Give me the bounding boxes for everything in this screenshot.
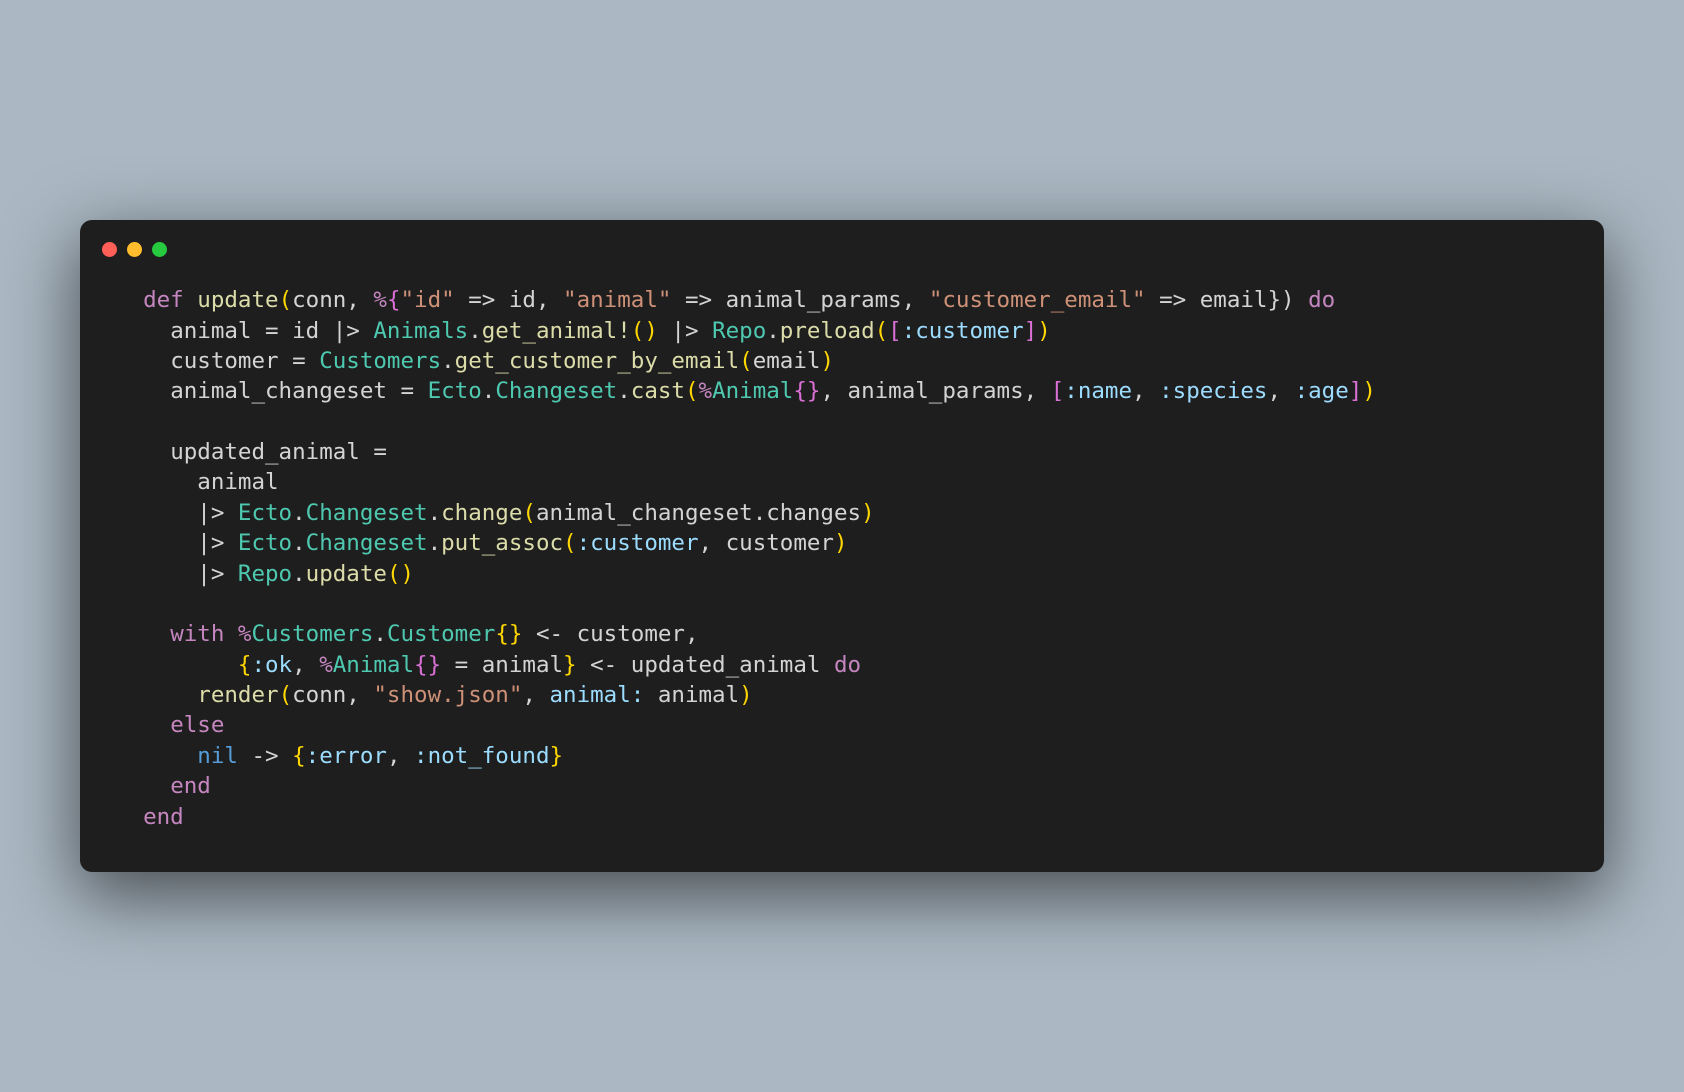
- close-icon[interactable]: [102, 242, 117, 257]
- code-line: |> Ecto.Changeset.put_assoc(:customer, c…: [116, 530, 848, 556]
- code-line: animal_changeset = Ecto.Changeset.cast(%…: [116, 378, 1376, 404]
- code-window: def update(conn, %{"id" => id, "animal" …: [80, 220, 1604, 872]
- zoom-icon[interactable]: [152, 242, 167, 257]
- code-line: {:ok, %Animal{} = animal} <- updated_ani…: [116, 652, 861, 678]
- code-line: with %Customers.Customer{} <- customer,: [116, 621, 699, 647]
- code-line: else: [116, 712, 224, 738]
- minimize-icon[interactable]: [127, 242, 142, 257]
- code-line: updated_animal =: [116, 439, 387, 465]
- code-block[interactable]: def update(conn, %{"id" => id, "animal" …: [80, 263, 1604, 872]
- code-line: end: [116, 773, 211, 799]
- code-line: |> Ecto.Changeset.change(animal_changese…: [116, 500, 875, 526]
- code-line: animal = id |> Animals.get_animal!() |> …: [116, 318, 1051, 344]
- code-line: customer = Customers.get_customer_by_ema…: [116, 348, 834, 374]
- code-line: |> Repo.update(): [116, 561, 414, 587]
- window-titlebar: [80, 220, 1604, 263]
- code-line: def update(conn, %{"id" => id, "animal" …: [116, 287, 1335, 313]
- code-line: nil -> {:error, :not_found}: [116, 743, 563, 769]
- code-line: end: [116, 804, 184, 830]
- code-line: render(conn, "show.json", animal: animal…: [116, 682, 753, 708]
- code-line: animal: [116, 469, 279, 495]
